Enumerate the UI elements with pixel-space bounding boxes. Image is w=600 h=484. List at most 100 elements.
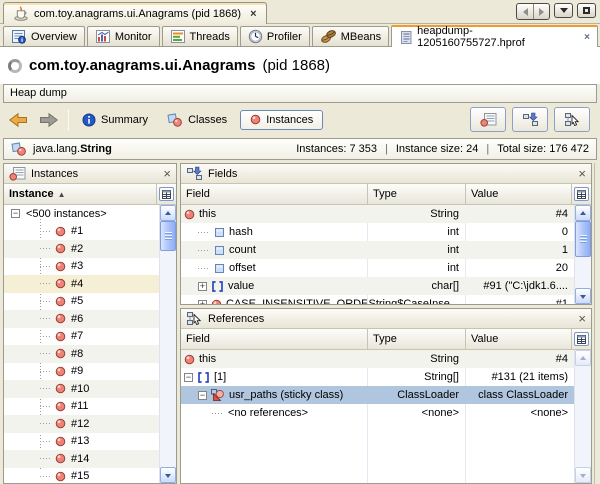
table-row[interactable]: hashint0 bbox=[181, 223, 574, 241]
document-tab-anagrams[interactable]: com.toy.anagrams.ui.Anagrams (pid 1868) … bbox=[3, 2, 267, 24]
maximize-button[interactable] bbox=[577, 3, 596, 18]
list-item-instance[interactable]: #6 bbox=[4, 310, 159, 328]
column-value[interactable]: Value bbox=[465, 329, 571, 349]
field-label: value bbox=[228, 277, 254, 295]
scrollbar-track[interactable] bbox=[160, 251, 176, 467]
table-row[interactable]: thisString#4 bbox=[181, 350, 574, 368]
list-item-instance[interactable]: #5 bbox=[4, 293, 159, 311]
class-info-bar: java.lang.String Instances: 7 353 | Inst… bbox=[3, 138, 597, 160]
tree-collapse-toggle[interactable]: − bbox=[11, 209, 20, 218]
close-icon[interactable]: × bbox=[163, 167, 171, 180]
tree-collapse-toggle[interactable]: − bbox=[198, 391, 207, 400]
column-value[interactable]: Value bbox=[465, 184, 571, 204]
tree-connector-stub bbox=[40, 388, 52, 389]
mbeans-icon bbox=[320, 29, 337, 44]
references-scrollbar[interactable] bbox=[574, 350, 591, 483]
tree-connector-stub bbox=[198, 250, 210, 251]
table-row[interactable]: −usr_paths (sticky class)ClassLoaderclas… bbox=[181, 386, 574, 404]
tab-monitor[interactable]: Monitor bbox=[87, 26, 160, 46]
stat-instances: Instances: 7 353 bbox=[296, 143, 377, 155]
tree-connector-stub bbox=[40, 248, 52, 249]
scroll-tabs-left-button[interactable] bbox=[517, 4, 533, 19]
list-item-instance[interactable]: #7 bbox=[4, 328, 159, 346]
list-item-instance[interactable]: #15 bbox=[4, 468, 159, 484]
table-row[interactable]: countint1 bbox=[181, 241, 574, 259]
tab-list-dropdown-button[interactable] bbox=[554, 3, 573, 18]
tab-mbeans[interactable]: MBeans bbox=[312, 26, 389, 46]
right-column: Fields × Field Type Value thisString#4ha… bbox=[180, 163, 592, 484]
list-item-instance[interactable]: #14 bbox=[4, 450, 159, 468]
tab-profiler[interactable]: Profiler bbox=[240, 26, 310, 46]
instances-root-row[interactable]: −<500 instances> bbox=[4, 205, 159, 223]
back-button[interactable] bbox=[6, 109, 30, 131]
column-chooser-button[interactable] bbox=[574, 187, 589, 201]
column-field[interactable]: Field bbox=[181, 329, 367, 349]
tree-connector-stub bbox=[40, 318, 52, 319]
list-item-instance[interactable]: #12 bbox=[4, 415, 159, 433]
list-item-instance[interactable]: #10 bbox=[4, 380, 159, 398]
scroll-down-button[interactable] bbox=[160, 467, 176, 483]
scrollbar-thumb[interactable] bbox=[160, 221, 176, 251]
table-row[interactable]: offsetint20 bbox=[181, 259, 574, 277]
tree-connector-stub bbox=[40, 336, 52, 337]
forward-button[interactable] bbox=[37, 109, 61, 131]
summary-button[interactable]: Summary bbox=[76, 109, 154, 131]
column-type[interactable]: Type bbox=[367, 184, 465, 204]
table-row[interactable]: +valuechar[]#91 ("C:\jdk1.6.... bbox=[181, 277, 574, 295]
instance-icon bbox=[55, 331, 66, 342]
scrollbar-thumb[interactable] bbox=[575, 221, 591, 257]
close-icon[interactable]: × bbox=[250, 8, 256, 20]
close-icon[interactable]: × bbox=[584, 32, 590, 43]
list-item-instance[interactable]: #9 bbox=[4, 363, 159, 381]
table-row[interactable]: <no references><none><none> bbox=[181, 404, 574, 422]
close-icon[interactable]: × bbox=[578, 312, 586, 325]
instances-button[interactable]: Instances bbox=[240, 110, 323, 130]
scroll-up-button[interactable] bbox=[160, 205, 176, 221]
references-view-button[interactable] bbox=[554, 107, 590, 132]
column-chooser-button[interactable] bbox=[159, 187, 174, 201]
loader-icon bbox=[211, 389, 225, 401]
tree-collapse-toggle[interactable]: − bbox=[184, 373, 193, 382]
tab-threads[interactable]: Threads bbox=[162, 26, 238, 46]
scroll-up-button[interactable] bbox=[575, 205, 591, 221]
scroll-up-button[interactable] bbox=[575, 350, 591, 366]
cell-value: class ClassLoader bbox=[465, 386, 574, 404]
list-item-instance[interactable]: #4 bbox=[4, 275, 159, 293]
column-instance[interactable]: Instance ▲ bbox=[4, 184, 156, 204]
scroll-down-button[interactable] bbox=[575, 288, 591, 304]
tab-overview[interactable]: Overview bbox=[3, 26, 85, 46]
tree-collapse-toggle[interactable]: + bbox=[198, 300, 207, 305]
instances-view-button[interactable] bbox=[470, 107, 506, 132]
column-type[interactable]: Type bbox=[367, 329, 465, 349]
scroll-down-button[interactable] bbox=[575, 467, 591, 483]
tree-connector-stub bbox=[40, 231, 52, 232]
tree-collapse-toggle[interactable]: + bbox=[198, 282, 207, 291]
list-item-instance[interactable]: #2 bbox=[4, 240, 159, 258]
fields-view-button[interactable] bbox=[512, 107, 548, 132]
table-row[interactable]: +CASE_INSENSITIVE_ORDERString$CaseInse..… bbox=[181, 295, 574, 304]
list-item-instance[interactable]: #11 bbox=[4, 398, 159, 416]
scrollbar-track[interactable] bbox=[575, 257, 591, 288]
column-field[interactable]: Field bbox=[181, 184, 367, 204]
tab-heapdump[interactable]: heapdump-1205160755727.hprof × bbox=[391, 25, 598, 47]
tree-connector-stub bbox=[198, 268, 210, 269]
list-item-instance[interactable]: #13 bbox=[4, 433, 159, 451]
scrollbar-track[interactable] bbox=[575, 366, 591, 467]
instance-label: #5 bbox=[71, 295, 83, 307]
instances-scrollbar[interactable] bbox=[159, 205, 176, 483]
page-title-pid: (pid 1868) bbox=[262, 57, 330, 74]
field-label: hash bbox=[229, 223, 253, 241]
scroll-tabs-right-button[interactable] bbox=[533, 4, 549, 19]
fields-scrollbar[interactable] bbox=[574, 205, 591, 304]
column-chooser-button[interactable] bbox=[574, 332, 589, 346]
table-row[interactable]: thisString#4 bbox=[181, 205, 574, 223]
tree-connector-stub bbox=[198, 232, 210, 233]
list-item-instance[interactable]: #1 bbox=[4, 223, 159, 241]
classes-button[interactable]: Classes bbox=[161, 109, 233, 131]
close-icon[interactable]: × bbox=[578, 167, 586, 180]
table-row[interactable]: −[1]String[]#131 (21 items) bbox=[181, 368, 574, 386]
right-arrow-icon bbox=[539, 8, 544, 16]
class-full-name: java.lang.String bbox=[33, 143, 112, 155]
list-item-instance[interactable]: #3 bbox=[4, 258, 159, 276]
list-item-instance[interactable]: #8 bbox=[4, 345, 159, 363]
